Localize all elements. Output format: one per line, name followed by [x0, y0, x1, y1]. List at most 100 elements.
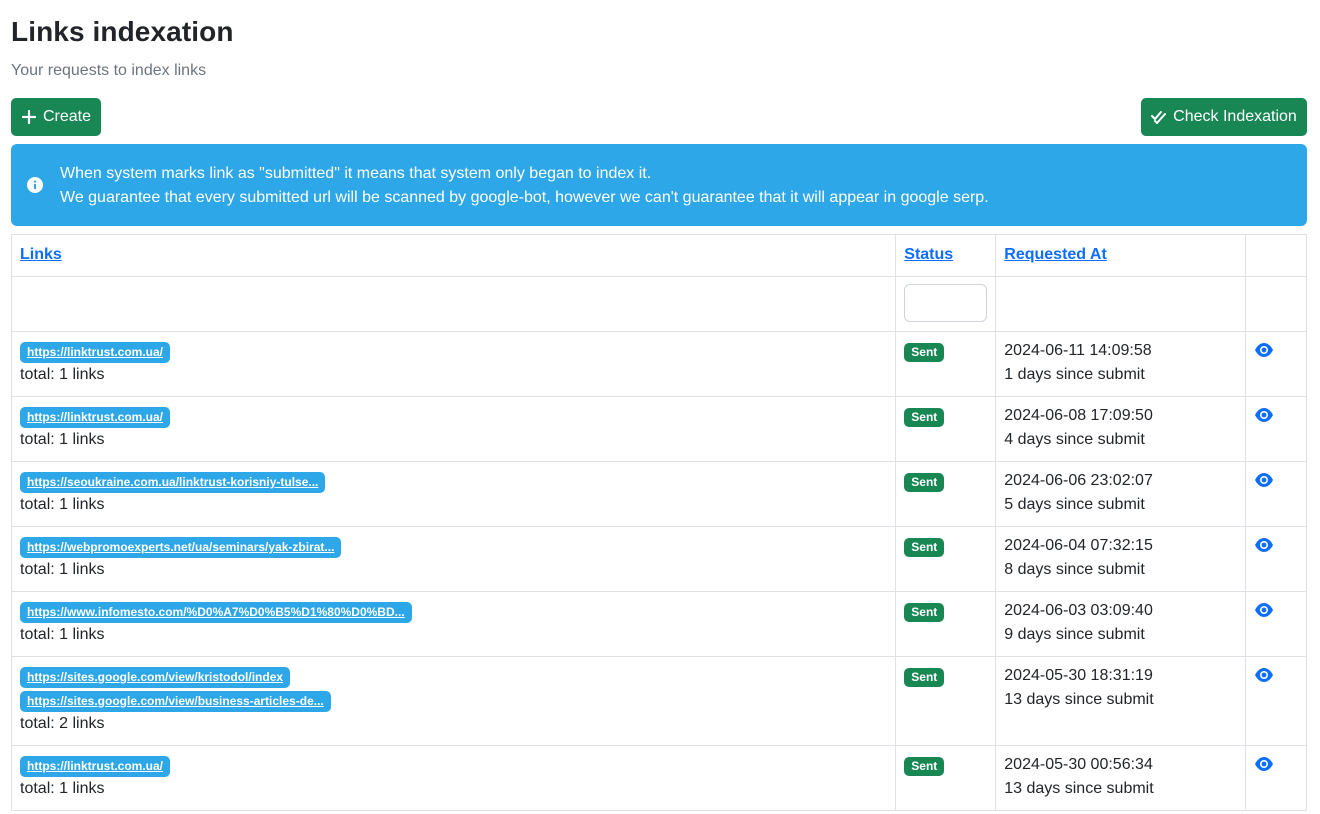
header-status: Status	[895, 234, 997, 277]
links-total: total: 1 links	[20, 561, 105, 578]
info-icon	[27, 177, 43, 193]
link-list: https://linktrust.com.ua/	[20, 405, 887, 428]
actions-cell	[1245, 396, 1307, 462]
link-pill[interactable]: https://linktrust.com.ua/	[20, 756, 171, 777]
link-list: https://seoukraine.com.ua/linktrust-kori…	[20, 470, 887, 493]
requested-date: 2024-06-08 17:09:50	[1004, 407, 1153, 424]
status-cell: Sent	[895, 591, 997, 657]
table-body: https://linktrust.com.ua/total: 1 links S…	[10, 331, 1307, 811]
check-indexation-label: Check Indexation	[1173, 108, 1297, 125]
actions-cell	[1245, 461, 1307, 527]
status-badge: Sent	[904, 343, 945, 362]
table-row: https://webpromoexperts.net/ua/seminars/…	[10, 526, 1307, 592]
eye-icon[interactable]	[1254, 472, 1274, 488]
eye-icon[interactable]	[1254, 407, 1274, 423]
eye-icon[interactable]	[1254, 342, 1274, 358]
links-cell: https://www.infomesto.com/%D0%A7%D0%B5%D…	[10, 591, 897, 657]
days-since-submit: 9 days since submit	[1004, 626, 1145, 643]
create-button[interactable]: Create	[11, 98, 101, 136]
filter-cell-status	[895, 276, 997, 332]
status-filter-input[interactable]	[904, 284, 988, 322]
days-since-submit: 13 days since submit	[1004, 780, 1154, 797]
requested-at-cell: 2024-06-06 23:02:07 5 days since submit	[995, 461, 1247, 527]
eye-icon[interactable]	[1254, 602, 1274, 618]
requested-at-cell: 2024-05-30 00:56:34 13 days since submit	[995, 745, 1247, 811]
requested-at-cell: 2024-05-30 18:31:19 13 days since submit	[995, 656, 1247, 746]
requested-date: 2024-06-04 07:32:15	[1004, 537, 1153, 554]
actions-cell	[1245, 591, 1307, 657]
requested-date: 2024-05-30 18:31:19	[1004, 667, 1153, 684]
link-list: https://webpromoexperts.net/ua/seminars/…	[20, 535, 887, 558]
header-actions	[1245, 234, 1307, 277]
days-since-submit: 5 days since submit	[1004, 496, 1145, 513]
status-badge: Sent	[904, 603, 945, 622]
status-cell: Sent	[895, 396, 997, 462]
eye-icon[interactable]	[1254, 667, 1274, 683]
link-pill[interactable]: https://www.infomesto.com/%D0%A7%D0%B5%D…	[20, 602, 412, 623]
table-row: https://seoukraine.com.ua/linktrust-kori…	[10, 461, 1307, 527]
requested-date: 2024-05-30 00:56:34	[1004, 756, 1153, 773]
links-total: total: 2 links	[20, 715, 105, 732]
requested-date: 2024-06-11 14:09:58	[1004, 342, 1152, 359]
requested-date: 2024-06-06 23:02:07	[1004, 472, 1153, 489]
check-indexation-button[interactable]: Check Indexation	[1141, 98, 1307, 136]
double-check-icon	[1151, 109, 1167, 125]
plus-icon	[21, 109, 37, 125]
links-total: total: 1 links	[20, 496, 105, 513]
links-cell: https://linktrust.com.ua/total: 1 links	[10, 331, 897, 397]
page-subtitle: Your requests to index links	[11, 62, 207, 79]
links-cell: https://seoukraine.com.ua/linktrust-kori…	[10, 461, 897, 527]
requested-at-cell: 2024-06-08 17:09:50 4 days since submit	[995, 396, 1247, 462]
filter-cell-actions	[1245, 276, 1307, 332]
links-table: Links Status Requested At https://linktr…	[10, 234, 1307, 811]
days-since-submit: 4 days since submit	[1004, 431, 1145, 448]
alert-line-1: When system marks link as "submitted" it…	[60, 165, 652, 182]
requested-at-cell: 2024-06-03 03:09:40 9 days since submit	[995, 591, 1247, 657]
links-total: total: 1 links	[20, 366, 105, 383]
eye-icon[interactable]	[1254, 537, 1274, 553]
filter-row	[10, 276, 1307, 332]
table-header-row: Links Status Requested At	[10, 234, 1307, 277]
link-pill[interactable]: https://seoukraine.com.ua/linktrust-kori…	[20, 472, 326, 493]
header-requested-at: Requested At	[995, 234, 1247, 277]
table-row: https://linktrust.com.ua/total: 1 links S…	[10, 745, 1307, 811]
alert-text: When system marks link as "submitted" it…	[60, 162, 989, 210]
links-total: total: 1 links	[20, 780, 105, 797]
link-pill[interactable]: https://sites.google.com/view/business-a…	[20, 691, 331, 712]
alert-line-2: We guarantee that every submitted url wi…	[60, 189, 989, 206]
actions-cell	[1245, 745, 1307, 811]
table-row: https://sites.google.com/view/kristodol/…	[10, 656, 1307, 746]
links-total: total: 1 links	[20, 626, 105, 643]
status-badge: Sent	[904, 757, 945, 776]
sort-requested-at-link[interactable]: Requested At	[1004, 246, 1107, 263]
days-since-submit: 1 days since submit	[1004, 366, 1145, 383]
status-badge: Sent	[904, 408, 945, 427]
page: Links indexation Your requests to index …	[0, 0, 1320, 814]
status-cell: Sent	[895, 526, 997, 592]
link-pill[interactable]: https://linktrust.com.ua/	[20, 342, 171, 363]
links-cell: https://linktrust.com.ua/total: 1 links	[10, 396, 897, 462]
link-pill[interactable]: https://sites.google.com/view/kristodol/…	[20, 667, 291, 688]
link-pill[interactable]: https://linktrust.com.ua/	[20, 407, 171, 428]
actions-cell	[1245, 656, 1307, 746]
filter-cell-links	[10, 276, 897, 332]
table-row: https://linktrust.com.ua/total: 1 links S…	[10, 396, 1307, 462]
link-pill[interactable]: https://webpromoexperts.net/ua/seminars/…	[20, 537, 342, 558]
status-cell: Sent	[895, 745, 997, 811]
sort-links-link[interactable]: Links	[20, 246, 62, 263]
status-badge: Sent	[904, 668, 945, 687]
header-links: Links	[10, 234, 897, 277]
days-since-submit: 13 days since submit	[1004, 691, 1154, 708]
eye-icon[interactable]	[1254, 756, 1274, 772]
requested-at-cell: 2024-06-11 14:09:58 1 days since submit	[995, 331, 1247, 397]
table-row: https://www.infomesto.com/%D0%A7%D0%B5%D…	[10, 591, 1307, 657]
sort-status-link[interactable]: Status	[904, 246, 953, 263]
status-cell: Sent	[895, 331, 997, 397]
links-cell: https://webpromoexperts.net/ua/seminars/…	[10, 526, 897, 592]
requested-at-cell: 2024-06-04 07:32:15 8 days since submit	[995, 526, 1247, 592]
requested-date: 2024-06-03 03:09:40	[1004, 602, 1153, 619]
create-button-label: Create	[42, 108, 92, 125]
status-cell: Sent	[895, 461, 997, 527]
actions-cell	[1245, 331, 1307, 397]
links-cell: https://sites.google.com/view/kristodol/…	[10, 656, 897, 746]
